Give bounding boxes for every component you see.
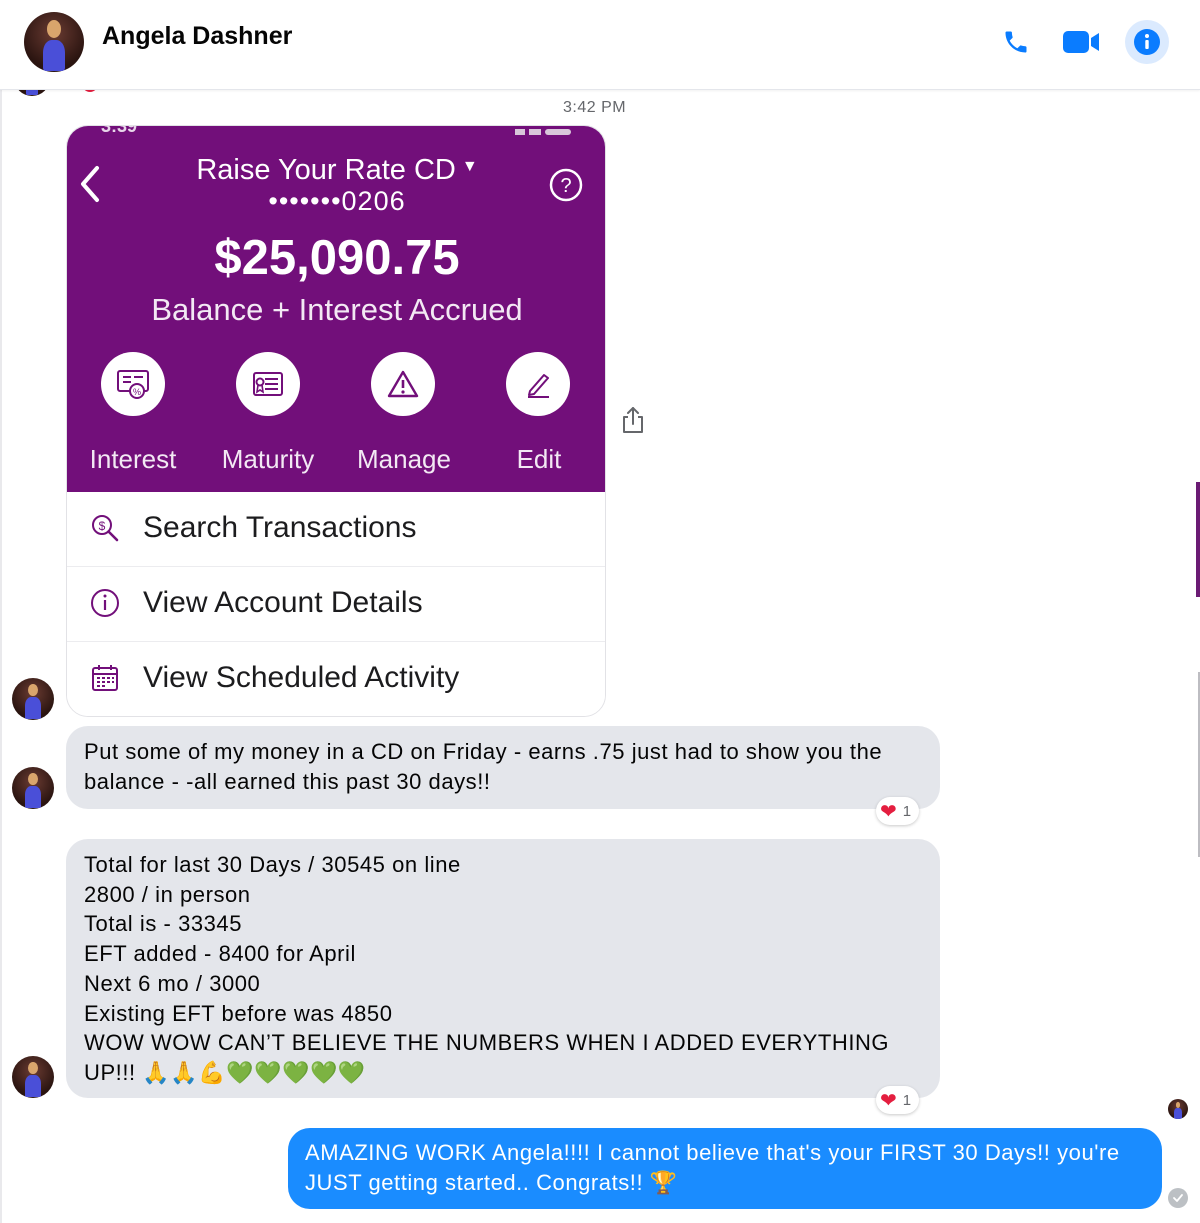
conversation-info-button[interactable] [1125, 20, 1169, 64]
sent-status-icon [1168, 1188, 1188, 1208]
info-circle-icon [89, 587, 121, 619]
maturity-action-label: Maturity [221, 444, 315, 474]
edit-action-button [506, 352, 570, 416]
incoming-message-bubble[interactable]: Total for last 30 Days / 30545 on line 2… [66, 839, 940, 1098]
incoming-message-bubble[interactable]: Put some of my money in a CD on Friday -… [66, 726, 940, 809]
maturity-action-button [236, 352, 300, 416]
video-call-button[interactable] [1060, 26, 1102, 58]
manage-action-button [371, 352, 435, 416]
contact-name[interactable]: Angela Dashner [102, 22, 292, 51]
account-number: •••••••0206 [268, 186, 406, 216]
svg-text:%: % [133, 387, 141, 397]
share-button[interactable] [620, 405, 646, 440]
search-dollar-icon: $ [89, 512, 121, 544]
heart-reaction-icon: ❤ [880, 799, 897, 823]
message-timestamp: 3:42 PM [563, 99, 627, 116]
conversation-header: Angela Dashner [0, 0, 1200, 90]
bank-app-header: 3:39 ? Raise Your Rate CD ▼ •••••••0206 $… [67, 125, 605, 492]
contact-avatar[interactable] [24, 12, 84, 72]
heart-reaction-icon: ❤ [880, 1088, 897, 1112]
svg-text:$: $ [99, 519, 106, 533]
sender-avatar [12, 1056, 54, 1098]
certificate-icon [253, 372, 283, 396]
outgoing-message-bubble[interactable]: AMAZING WORK Angela!!!! I cannot believe… [288, 1128, 1162, 1209]
message-reaction[interactable]: ❤ 1 [876, 1086, 920, 1114]
menu-item-label: View Scheduled Activity [143, 661, 460, 694]
edit-action-label: Edit [516, 444, 562, 474]
video-camera-icon [1063, 31, 1099, 53]
message-reaction[interactable]: ❤ 1 [876, 797, 920, 825]
calendar-icon [89, 662, 121, 694]
phone-icon [1005, 31, 1027, 53]
menu-item-label: Search Transactions [143, 511, 417, 544]
menu-item-view-scheduled-activity: View Scheduled Activity [67, 642, 605, 716]
status-bar-icons [515, 126, 585, 135]
menu-item-label: View Account Details [143, 586, 423, 619]
interest-action-button: % [101, 352, 165, 416]
info-icon [1134, 29, 1160, 55]
reaction-count: 1 [902, 802, 912, 820]
dropdown-caret-icon: ▼ [461, 158, 478, 175]
account-balance: $25,090.75 [214, 231, 460, 285]
voice-call-button[interactable] [1000, 26, 1032, 58]
sender-avatar [12, 767, 54, 809]
shared-image-attachment[interactable]: 3:39 ? Raise Your Rate CD ▼ •••••••0206 $… [66, 125, 606, 717]
read-receipt-avatar [1168, 1099, 1188, 1119]
sender-avatar [12, 678, 54, 720]
warning-triangle-icon [387, 370, 419, 398]
menu-item-view-account-details: View Account Details [67, 567, 605, 642]
percent-document-icon: % [117, 370, 149, 399]
balance-label: Balance + Interest Accrued [151, 292, 523, 327]
interest-action-label: Interest [89, 444, 177, 474]
window-edge [0, 0, 2, 1223]
menu-item-search-transactions: $ Search Transactions [67, 492, 605, 567]
account-title-row: Raise Your Rate CD ▼ [67, 154, 605, 187]
account-title: Raise Your Rate CD [196, 154, 456, 186]
status-bar-time: 3:39 [101, 125, 138, 136]
manage-action-label: Manage [357, 444, 451, 474]
pencil-icon [528, 374, 549, 398]
scrollbar-thumb[interactable] [1196, 482, 1200, 597]
reaction-count: 1 [902, 1091, 912, 1109]
share-icon [623, 407, 643, 433]
